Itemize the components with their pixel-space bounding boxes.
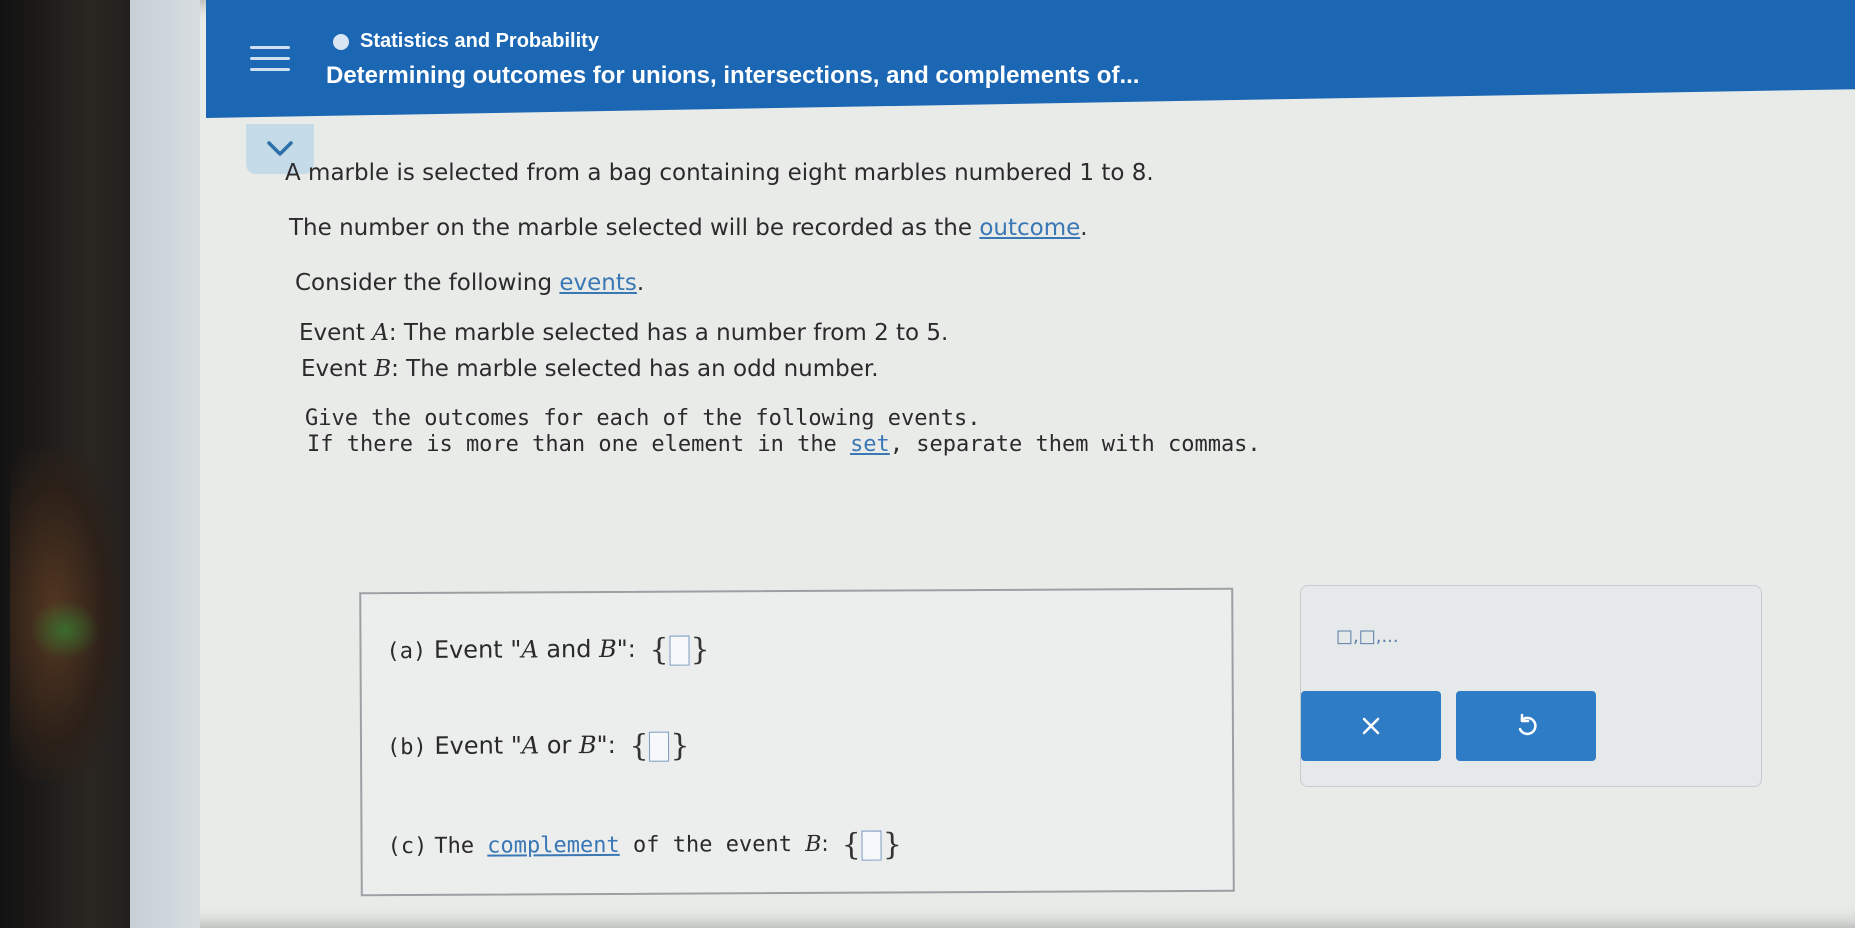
complement-link[interactable]: complement (487, 833, 620, 859)
instruction-line-2: If there is more than one element in the… (307, 432, 1261, 457)
screen: Statistics and Probability Determining o… (130, 0, 1855, 928)
page-title: Determining outcomes for unions, interse… (326, 62, 1140, 89)
answer-a-set-input[interactable]: {} (649, 632, 709, 667)
events-link[interactable]: events (559, 270, 637, 296)
answer-b-set-input[interactable]: {} (629, 729, 689, 764)
left-strip (130, 0, 200, 928)
problem-line-2: The number on the marble selected will b… (289, 215, 1088, 241)
answer-row-a: (a) Event "A and B": {} (386, 632, 710, 668)
instruction-line-1: Give the outcomes for each of the follow… (305, 406, 981, 431)
bezel-reflection-green (30, 600, 100, 660)
math-toolbar: □,□,... (1300, 585, 1762, 787)
problem-line-3: Consider the following events. (295, 270, 645, 296)
outcome-link[interactable]: outcome (979, 215, 1080, 241)
topic-dot-icon (333, 34, 349, 50)
answer-c-input-box[interactable] (861, 830, 882, 861)
set-link[interactable]: set (850, 432, 890, 457)
chevron-down-icon (267, 141, 293, 156)
answer-c-set-input[interactable]: {} (842, 827, 902, 862)
answer-row-b: (b) Event "A or B": {} (386, 728, 690, 764)
answer-a-input-box[interactable] (669, 635, 690, 666)
event-b-definition: Event B: The marble selected has an odd … (301, 356, 879, 382)
set-list-template-button[interactable]: □,□,... (1336, 626, 1399, 647)
header-bar (206, 0, 1855, 118)
undo-button[interactable] (1456, 691, 1596, 761)
answer-panel: (a) Event "A and B": {} (b) Event "A or … (359, 587, 1235, 897)
hamburger-menu-icon (250, 46, 290, 49)
menu-button[interactable] (250, 46, 290, 80)
undo-icon (1518, 713, 1537, 736)
x-icon (1362, 717, 1380, 735)
topic-label: Statistics and Probability (360, 30, 599, 52)
answer-row-c: (c) The complement of the event B: {} (387, 827, 903, 863)
answer-b-input-box[interactable] (649, 731, 670, 762)
clear-button[interactable] (1301, 691, 1441, 761)
problem-line-1: A marble is selected from a bag containi… (285, 160, 1154, 186)
event-a-definition: Event A: The marble selected has a numbe… (299, 320, 949, 346)
